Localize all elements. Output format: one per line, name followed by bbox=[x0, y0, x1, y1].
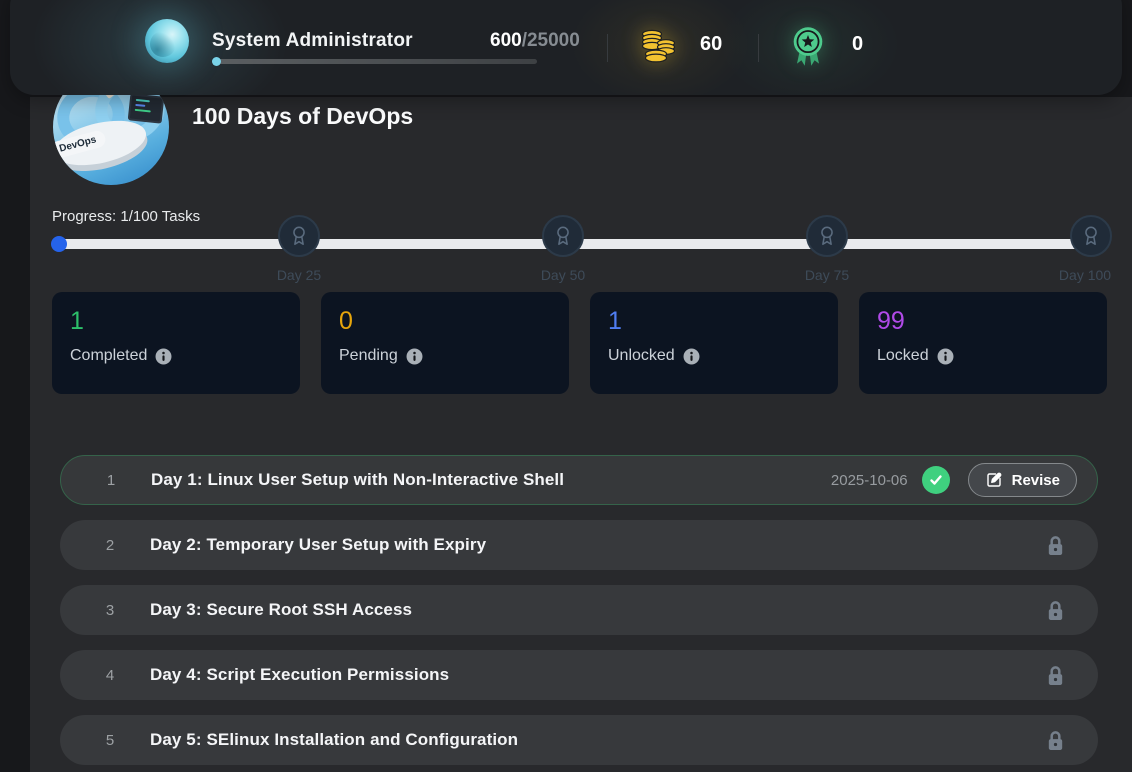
revise-label: Revise bbox=[1012, 472, 1060, 489]
task-title: Day 2: Temporary User Setup with Expiry bbox=[150, 535, 486, 555]
task-title: Day 3: Secure Root SSH Access bbox=[150, 600, 412, 620]
medal-icon bbox=[788, 24, 828, 68]
xp-counter: 600/25000 bbox=[490, 30, 580, 52]
task-title: Day 4: Script Execution Permissions bbox=[150, 665, 449, 685]
task-row-day-4[interactable]: 4 Day 4: Script Execution Permissions bbox=[60, 650, 1098, 700]
task-row-day-1[interactable]: 1 Day 1: Linux User Setup with Non-Inter… bbox=[60, 455, 1098, 505]
milestone-day-100 bbox=[1070, 215, 1112, 257]
stat-card-unlocked: 1 Unlocked bbox=[590, 292, 838, 394]
task-title: Day 1: Linux User Setup with Non-Interac… bbox=[151, 470, 564, 490]
check-icon bbox=[922, 466, 950, 494]
coins-count: 60 bbox=[700, 33, 722, 56]
info-icon[interactable] bbox=[683, 348, 700, 365]
info-icon[interactable] bbox=[406, 348, 423, 365]
xp-progress-dot bbox=[212, 57, 221, 66]
lock-icon bbox=[1045, 534, 1066, 557]
stat-label: Locked bbox=[877, 347, 929, 365]
award-icon bbox=[816, 225, 838, 247]
progress-indicator-dot bbox=[51, 236, 67, 252]
task-number: 5 bbox=[98, 732, 122, 749]
task-row-day-2[interactable]: 2 Day 2: Temporary User Setup with Expir… bbox=[60, 520, 1098, 570]
xp-current: 600 bbox=[490, 30, 522, 51]
edit-icon bbox=[985, 471, 1003, 489]
award-icon bbox=[1080, 225, 1102, 247]
xp-progress-bar bbox=[212, 59, 537, 64]
xp-total: /25000 bbox=[522, 30, 580, 51]
stat-value: 1 bbox=[70, 307, 300, 336]
stat-value: 1 bbox=[608, 307, 838, 336]
profile-avatar[interactable] bbox=[145, 19, 189, 63]
day-label-75: Day 75 bbox=[805, 267, 849, 283]
lock-icon bbox=[1045, 664, 1066, 687]
info-icon[interactable] bbox=[937, 348, 954, 365]
stat-value: 0 bbox=[339, 307, 569, 336]
stat-value: 99 bbox=[877, 307, 1107, 336]
progress-label: Progress: 1/100 Tasks bbox=[52, 208, 200, 225]
stat-label: Completed bbox=[70, 347, 147, 365]
award-icon bbox=[552, 225, 574, 247]
task-number: 2 bbox=[98, 537, 122, 554]
task-number: 4 bbox=[98, 667, 122, 684]
task-title: Day 5: SElinux Installation and Configur… bbox=[150, 730, 518, 750]
award-icon bbox=[288, 225, 310, 247]
course-title: 100 Days of DevOps bbox=[192, 103, 413, 130]
header-divider bbox=[758, 34, 759, 62]
header-divider bbox=[607, 34, 608, 62]
header-bar: System Administrator 600/25000 60 0 bbox=[10, 0, 1122, 95]
badge-monitor-shape bbox=[128, 93, 165, 123]
task-row-day-5[interactable]: 5 Day 5: SElinux Installation and Config… bbox=[60, 715, 1098, 765]
revise-button[interactable]: Revise bbox=[968, 463, 1077, 497]
lock-icon bbox=[1045, 729, 1066, 752]
medals-count: 0 bbox=[852, 33, 863, 56]
task-row-day-3[interactable]: 3 Day 3: Secure Root SSH Access bbox=[60, 585, 1098, 635]
lock-icon bbox=[1045, 599, 1066, 622]
task-number: 3 bbox=[98, 602, 122, 619]
stat-card-locked: 99 Locked bbox=[859, 292, 1107, 394]
stat-label: Unlocked bbox=[608, 347, 675, 365]
profile-name: System Administrator bbox=[212, 30, 413, 52]
milestone-day-75 bbox=[806, 215, 848, 257]
coins-icon bbox=[638, 27, 678, 65]
stat-label: Pending bbox=[339, 347, 398, 365]
info-icon[interactable] bbox=[155, 348, 172, 365]
task-date: 2025-10-06 bbox=[831, 472, 908, 489]
milestone-day-25 bbox=[278, 215, 320, 257]
stat-card-pending: 0 Pending bbox=[321, 292, 569, 394]
day-label-25: Day 25 bbox=[277, 267, 321, 283]
milestone-day-50 bbox=[542, 215, 584, 257]
day-label-50: Day 50 bbox=[541, 267, 585, 283]
day-label-100: Day 100 bbox=[1059, 267, 1111, 283]
task-number: 1 bbox=[99, 472, 123, 489]
stat-card-completed: 1 Completed bbox=[52, 292, 300, 394]
